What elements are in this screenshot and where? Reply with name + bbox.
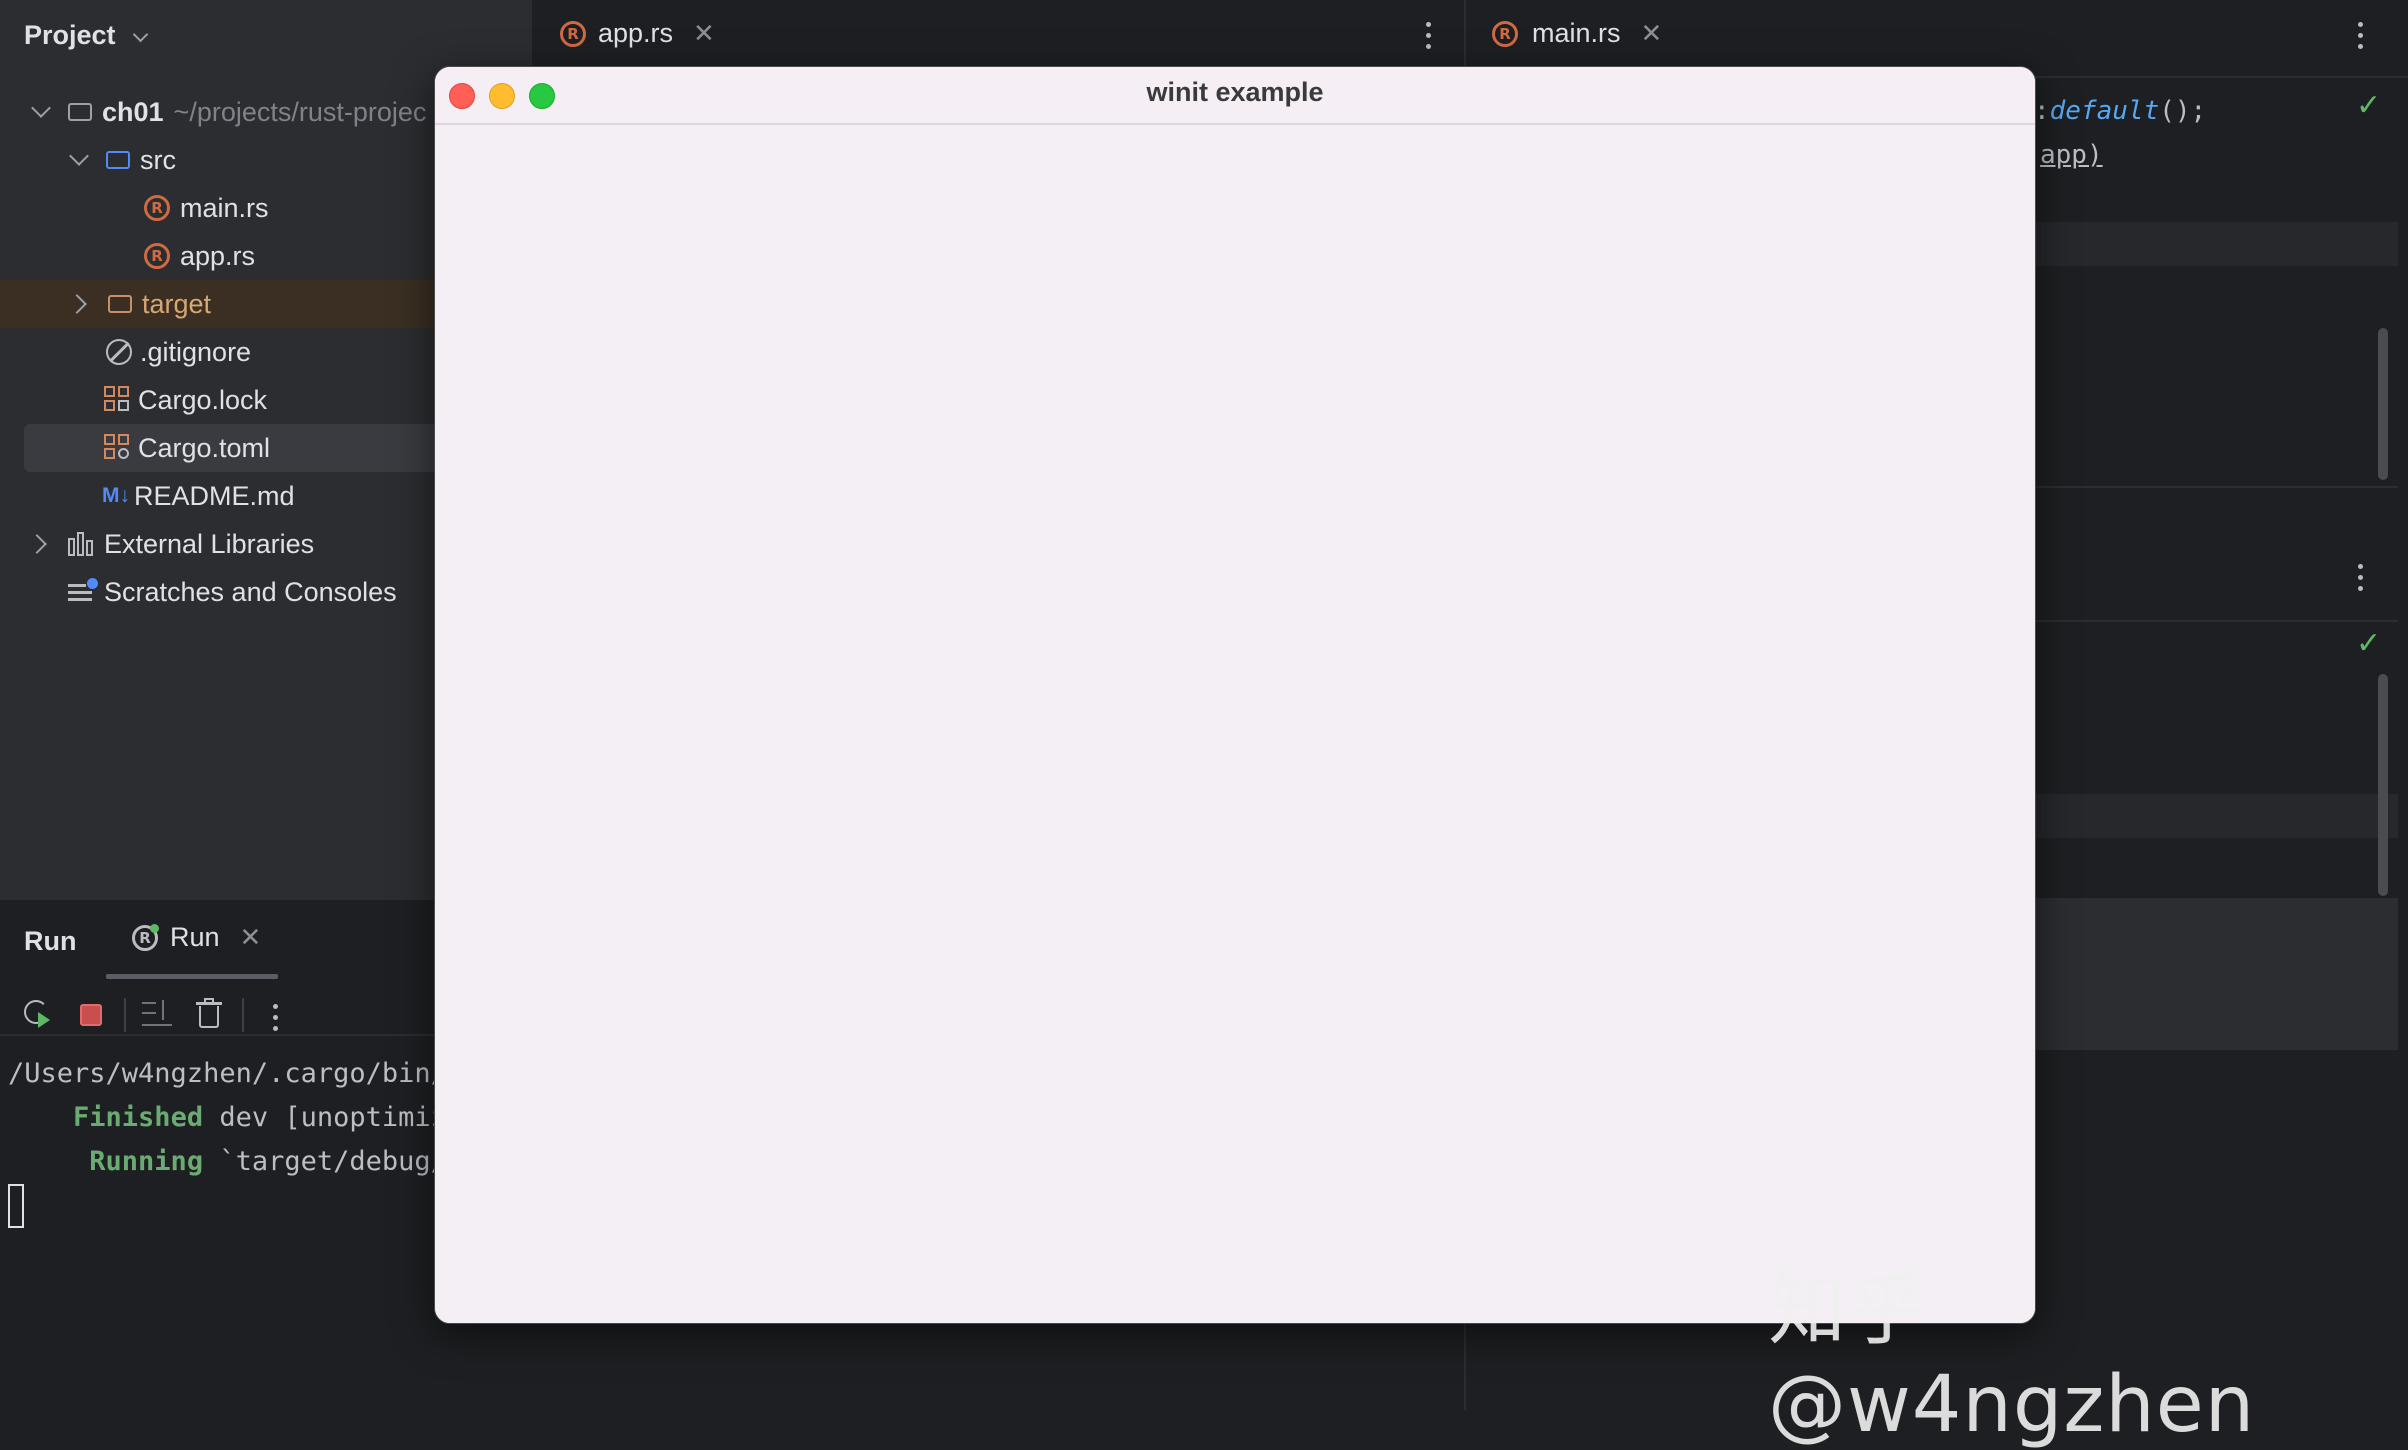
tree-item-label: target — [142, 288, 212, 319]
tab-app-rs[interactable]: R app.rs ✕ — [560, 18, 715, 49]
tree-item-label: Cargo.lock — [138, 384, 268, 415]
tree-item-label: main.rs — [180, 192, 269, 223]
check-icon: ✓ — [2356, 627, 2382, 660]
run-panel-title: Run — [24, 926, 77, 956]
run-tab-indicator — [106, 974, 278, 979]
rust-run-icon: R — [132, 923, 159, 951]
folder-icon — [108, 295, 132, 313]
tree-item-label: External Libraries — [104, 528, 315, 559]
console-status: Running — [89, 1146, 204, 1177]
markdown-icon: M↓ — [102, 484, 130, 507]
ignore-file-icon — [106, 339, 132, 365]
code-line[interactable]: :default(); — [2034, 96, 2206, 126]
run-tab[interactable]: R Run ✕ — [132, 922, 261, 953]
tree-item-label: Cargo.toml — [138, 432, 271, 463]
code-token: : — [2034, 96, 2050, 126]
tree-item-label: README.md — [134, 480, 295, 511]
divider — [124, 998, 126, 1032]
close-icon[interactable]: ✕ — [240, 922, 262, 953]
code-token: (); — [2159, 96, 2207, 126]
window-titlebar[interactable]: winit example — [435, 67, 2035, 125]
chevron-right-icon[interactable] — [67, 294, 87, 314]
tab-main-rs[interactable]: R main.rs ✕ — [1492, 18, 1662, 49]
scrollbar[interactable] — [2378, 328, 2388, 480]
console-cursor[interactable] — [8, 1184, 24, 1228]
tree-item-label: app.rs — [180, 240, 256, 271]
close-icon[interactable]: ✕ — [1641, 18, 1663, 49]
project-header-label: Project — [24, 20, 116, 50]
cargo-toml-icon — [104, 434, 132, 462]
check-icon: ✓ — [2356, 89, 2382, 122]
console-line: Running `target/debug/ — [8, 1146, 447, 1177]
rust-file-icon: R — [560, 20, 586, 47]
winit-window[interactable]: winit example — [434, 66, 2036, 1324]
library-icon — [68, 532, 96, 556]
console-text: `target/debug/ — [203, 1146, 447, 1177]
chevron-down-icon[interactable] — [31, 98, 51, 118]
console-status: Finished — [73, 1102, 204, 1133]
console-line: /Users/w4ngzhen/.cargo/bin/ — [8, 1058, 447, 1089]
more-options-icon[interactable] — [1426, 22, 1432, 55]
tab-label: main.rs — [1532, 18, 1621, 48]
rust-file-icon: R — [144, 243, 170, 269]
tab-label: app.rs — [598, 18, 674, 48]
chevron-down-icon[interactable] — [69, 146, 89, 166]
chevron-right-icon[interactable] — [27, 534, 47, 554]
run-tab-label: Run — [170, 922, 220, 952]
close-icon[interactable]: ✕ — [693, 18, 715, 49]
more-options-icon[interactable] — [273, 1004, 279, 1037]
watermark: 知乎 @w4ngzhen — [1768, 1266, 2256, 1450]
divider — [242, 998, 244, 1032]
tree-item-label: .gitignore — [140, 336, 252, 367]
tree-item-label: ch01 — [102, 96, 164, 127]
console-text: dev [unoptimiz — [203, 1102, 447, 1133]
cargo-lock-icon — [104, 386, 132, 414]
scratches-icon — [68, 578, 98, 604]
code-keyword: default — [2049, 96, 2160, 126]
tree-item-label: Scratches and Consoles — [104, 576, 397, 607]
stop-icon[interactable] — [80, 1004, 102, 1026]
window-content[interactable] — [435, 125, 2035, 1323]
rust-file-icon: R — [1492, 20, 1518, 47]
code-line[interactable]: app) — [2040, 140, 2103, 170]
folder-icon — [68, 103, 92, 121]
tree-item-label: src — [140, 144, 176, 175]
window-title: winit example — [1146, 77, 1324, 107]
scrollbar[interactable] — [2378, 674, 2388, 896]
tree-item-path: ~/projects/rust-projec — [173, 96, 427, 127]
more-options-icon[interactable] — [2358, 22, 2364, 55]
folder-icon — [106, 151, 130, 169]
project-header[interactable]: Project — [24, 20, 149, 51]
console-line: Finished dev [unoptimiz — [8, 1102, 447, 1133]
trash-icon[interactable] — [196, 998, 222, 1028]
rust-file-icon: R — [144, 195, 170, 221]
more-options-icon[interactable] — [2358, 564, 2364, 597]
chevron-down-icon — [132, 26, 149, 43]
scroll-to-end-icon[interactable] — [142, 1000, 172, 1028]
rerun-icon[interactable] — [24, 1000, 52, 1028]
